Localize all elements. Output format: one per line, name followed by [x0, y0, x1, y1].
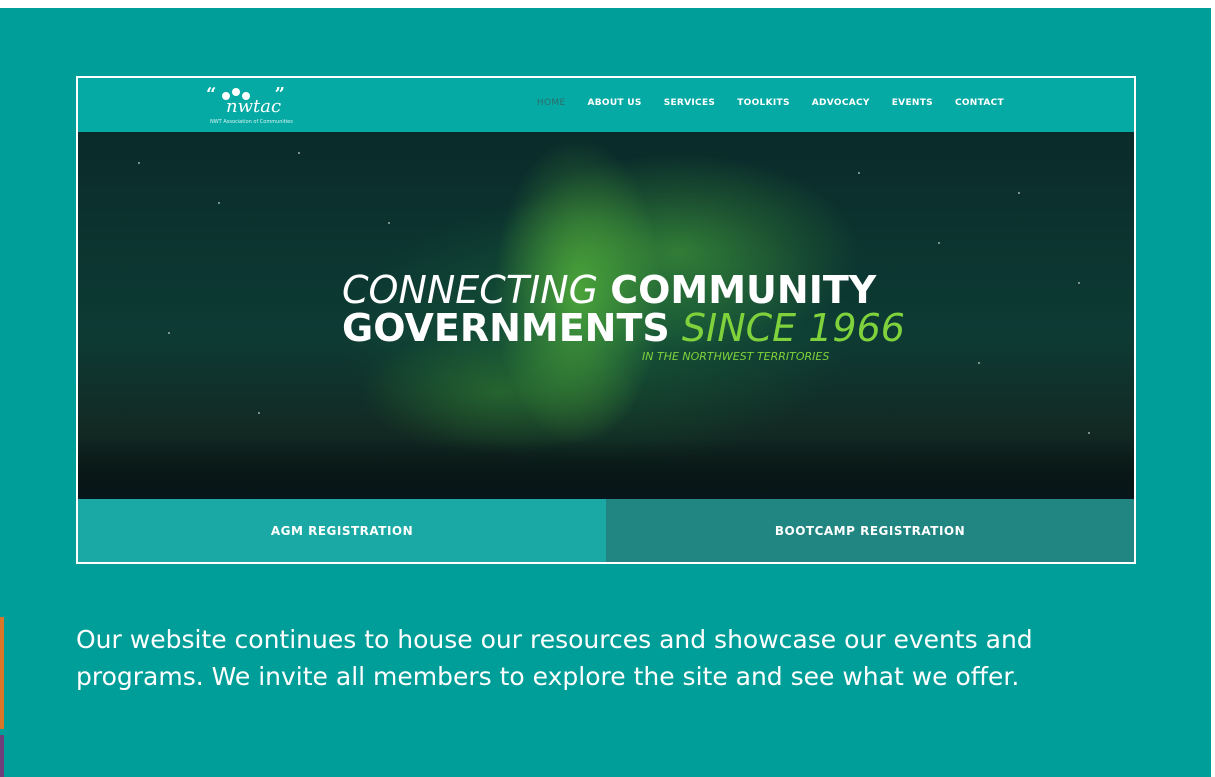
- nav-item-toolkits[interactable]: TOOLKITS: [737, 98, 790, 108]
- decorative-bar-orange: [0, 617, 4, 729]
- horizon-landscape: [78, 439, 1134, 499]
- nav-item-contact[interactable]: CONTACT: [955, 98, 1004, 108]
- website-screenshot: “ ” nwtac NWT Association of Communities…: [76, 76, 1136, 564]
- hero-banner: CONNECTING COMMUNITY GOVERNMENTS SINCE 1…: [78, 132, 1134, 499]
- headline-line-1: CONNECTING COMMUNITY: [342, 270, 876, 310]
- headline-word-governments: GOVERNMENTS: [342, 306, 670, 350]
- registration-bar: AGM REGISTRATION BOOTCAMP REGISTRATION: [78, 499, 1134, 562]
- nav-item-events[interactable]: EVENTS: [892, 98, 933, 108]
- logo-wordmark: nwtac: [226, 96, 282, 117]
- site-header: “ ” nwtac NWT Association of Communities…: [78, 78, 1134, 132]
- headline-line-2: GOVERNMENTS SINCE 1966: [342, 308, 905, 348]
- nav-item-advocacy[interactable]: ADVOCACY: [812, 98, 870, 108]
- decorative-bar-purple: [0, 735, 4, 777]
- nav-item-about-us[interactable]: ABOUT US: [587, 98, 641, 108]
- logo-tagline: NWT Association of Communities: [210, 119, 293, 125]
- nav-item-home[interactable]: HOME: [537, 98, 566, 108]
- bootcamp-registration-button[interactable]: BOOTCAMP REGISTRATION: [606, 499, 1134, 562]
- right-border: [1211, 0, 1215, 777]
- caption-text: Our website continues to house our resou…: [76, 625, 1033, 691]
- nav-item-services[interactable]: SERVICES: [664, 98, 716, 108]
- nwtac-logo[interactable]: “ ” nwtac NWT Association of Communities: [206, 84, 336, 128]
- main-nav: HOME ABOUT US SERVICES TOOLKITS ADVOCACY…: [537, 98, 1004, 108]
- agm-registration-button[interactable]: AGM REGISTRATION: [78, 499, 606, 562]
- headline-subline: IN THE NORTHWEST TERRITORIES: [642, 350, 830, 363]
- headline-since-1966: SINCE 1966: [681, 306, 905, 350]
- top-border: [0, 0, 1215, 8]
